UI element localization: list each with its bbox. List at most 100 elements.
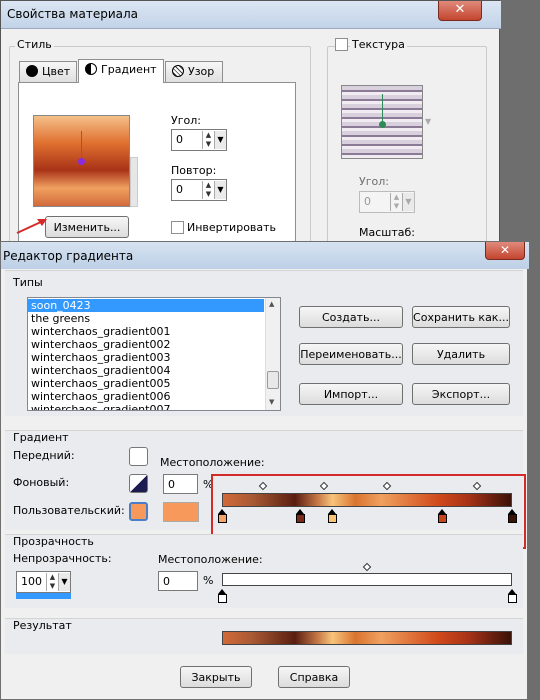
material-window-title: Свойства материала <box>7 7 138 21</box>
result-gradient-bar <box>222 631 512 645</box>
list-item[interactable]: winterchaos_gradient007 <box>28 403 264 410</box>
list-item[interactable]: winterchaos_gradient004 <box>28 364 264 377</box>
texture-chevron-icon: ▼ <box>425 117 432 126</box>
background-label: Фоновый: <box>13 476 70 489</box>
foreground-label: Передний: <box>13 449 75 462</box>
types-label: Типы <box>13 276 43 289</box>
save-as-button[interactable]: Сохранить как... <box>412 306 510 328</box>
transparency-stop[interactable] <box>507 589 517 603</box>
repeat-value: 0 <box>176 183 183 196</box>
gradient-direction-line <box>81 131 82 161</box>
transparency-midpoints <box>222 562 512 572</box>
tab-color[interactable]: Цвет <box>19 61 77 83</box>
custom-color-preview <box>163 502 199 522</box>
scroll-thumb[interactable] <box>267 371 279 389</box>
gradient-location-input[interactable]: 0 <box>163 474 198 494</box>
tab-color-label: Цвет <box>42 65 71 78</box>
preview-scroll-slider[interactable] <box>130 157 138 207</box>
texture-angle-dropdown-arrow[interactable]: ▼ <box>402 193 414 211</box>
tab-pattern[interactable]: Узор <box>165 61 223 83</box>
color-circle-icon <box>26 65 38 77</box>
rename-button[interactable]: Переименовать... <box>299 343 403 365</box>
change-gradient-button[interactable]: Изменить... <box>45 216 129 238</box>
list-item[interactable]: winterchaos_gradient005 <box>28 377 264 390</box>
opacity-spinbox[interactable]: 100 ▲ ▼ ▼ <box>16 571 71 593</box>
transparency-stops <box>217 589 517 603</box>
opacity-label: Непрозрачность: <box>13 552 112 565</box>
texture-angle-spinbox[interactable]: 0 ▲ ▼ ▼ <box>359 191 415 213</box>
transparency-location-input[interactable]: 0 <box>158 571 198 591</box>
transparency-bar[interactable] <box>222 573 512 586</box>
scale-label: Масштаб: <box>359 226 415 239</box>
pattern-globe-icon <box>172 65 184 77</box>
gradient-center-handle[interactable] <box>78 158 85 165</box>
gradient-editor-title: Редактор градиента <box>3 249 134 263</box>
scroll-down-icon[interactable]: ▼ <box>269 398 274 406</box>
material-close-button[interactable]: ✕ <box>438 1 482 21</box>
result-section-label: Результат <box>13 619 72 632</box>
gradient-preview[interactable] <box>33 115 130 207</box>
material-properties-window: Свойства материала ✕ Стиль Цвет Градиент… <box>0 0 501 250</box>
opacity-spin-arrows[interactable]: ▲ ▼ <box>46 573 58 591</box>
help-button[interactable]: Справка <box>278 666 350 688</box>
types-list[interactable]: soon_0423 the greens winterchaos_gradient0… <box>27 297 281 411</box>
angle-spinbox[interactable]: 0 ▲ ▼ ▼ <box>171 129 227 151</box>
opacity-value: 100 <box>21 575 42 588</box>
material-title-bar: Свойства материала ✕ <box>1 1 501 29</box>
style-label: Стиль <box>15 38 54 51</box>
texture-angle-spin-arrows[interactable]: ▲ ▼ <box>390 193 402 211</box>
texture-preview[interactable] <box>341 85 423 159</box>
angle-spin-arrows[interactable]: ▲ ▼ <box>202 131 214 149</box>
repeat-spin-arrows[interactable]: ▲ ▼ <box>202 181 214 199</box>
list-item[interactable]: the greens <box>28 312 264 325</box>
gradient-editor-title-bar: Редактор градиента ✕ <box>1 242 529 269</box>
texture-angle-label: Угол: <box>359 175 389 188</box>
transparency-midpoint[interactable] <box>362 562 372 572</box>
angle-dropdown-arrow[interactable]: ▼ <box>214 131 226 149</box>
tab-gradient-label: Градиент <box>101 63 157 76</box>
delete-button[interactable]: Удалить <box>412 343 510 365</box>
texture-direction-line <box>382 94 383 124</box>
gradient-circle-icon <box>85 63 97 75</box>
transparency-section-label: Прозрачность <box>13 535 94 548</box>
texture-label: Текстура <box>350 38 407 51</box>
import-button[interactable]: Импорт... <box>299 383 403 405</box>
background-color-button[interactable] <box>129 474 148 493</box>
custom-label: Пользовательский: <box>13 504 125 517</box>
opacity-slider[interactable] <box>16 593 71 599</box>
invert-checkbox[interactable] <box>171 221 184 234</box>
custom-color-button[interactable] <box>129 502 148 521</box>
list-item[interactable]: soon_0423 <box>28 299 264 312</box>
angle-value: 0 <box>176 133 183 146</box>
types-scrollbar[interactable]: ▲ ▼ <box>265 298 280 410</box>
types-list-items: soon_0423 the greens winterchaos_gradient0… <box>28 299 264 410</box>
angle-label: Угол: <box>171 114 201 127</box>
list-item[interactable]: winterchaos_gradient006 <box>28 390 264 403</box>
invert-label: Инвертировать <box>187 221 277 234</box>
tab-pattern-label: Узор <box>188 65 215 78</box>
scroll-up-icon[interactable]: ▲ <box>269 300 274 308</box>
texture-angle-value: 0 <box>364 195 371 208</box>
repeat-label: Повтор: <box>171 164 217 177</box>
close-button[interactable]: Закрыть <box>180 666 252 688</box>
list-item[interactable]: winterchaos_gradient001 <box>28 325 264 338</box>
transparency-percent-label: % <box>203 574 214 587</box>
texture-checkbox[interactable] <box>335 38 348 51</box>
opacity-dropdown-arrow[interactable]: ▼ <box>58 573 70 591</box>
gradient-editor-dialog: Редактор градиента ✕ Типы soon_0423 the g… <box>0 241 529 700</box>
annotation-arrow-icon <box>15 215 49 235</box>
gradient-editor-close-button[interactable]: ✕ <box>485 242 525 260</box>
transparency-stop[interactable] <box>217 589 227 603</box>
repeat-dropdown-arrow[interactable]: ▼ <box>214 181 226 199</box>
foreground-color-button[interactable] <box>129 447 148 466</box>
transparency-editor-track[interactable] <box>217 562 517 606</box>
tab-gradient[interactable]: Градиент <box>78 59 164 83</box>
texture-center-handle[interactable] <box>379 121 386 128</box>
list-item[interactable]: winterchaos_gradient002 <box>28 338 264 351</box>
repeat-spinbox[interactable]: 0 ▲ ▼ ▼ <box>171 179 227 201</box>
gradient-location-label: Местоположение: <box>160 456 265 469</box>
export-button[interactable]: Экспорт... <box>412 383 510 405</box>
gradient-section-label: Градиент <box>13 431 69 444</box>
list-item[interactable]: winterchaos_gradient003 <box>28 351 264 364</box>
create-button[interactable]: Создать... <box>299 306 403 328</box>
